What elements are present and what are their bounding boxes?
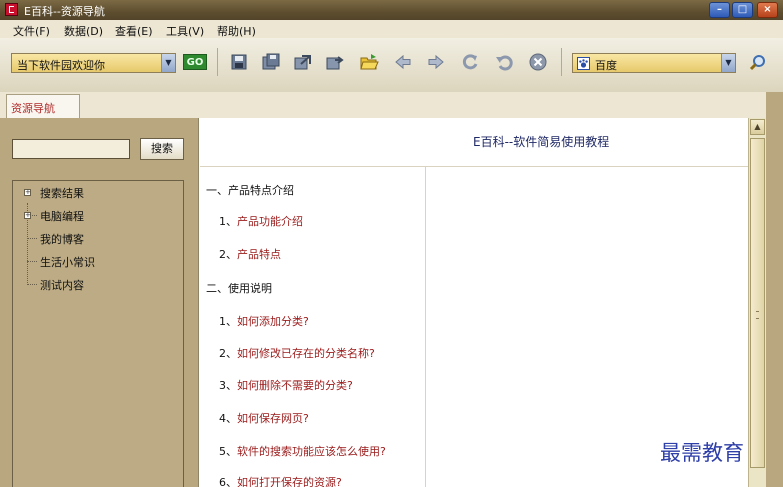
search-engine-value: 百度 — [595, 59, 617, 72]
section-heading: 二、使用说明 — [206, 282, 272, 295]
window-title: E百科--资源导航 — [24, 5, 105, 18]
tree-item-search-results[interactable]: 搜索结果 — [40, 185, 84, 201]
expand-icon[interactable]: + — [24, 189, 31, 196]
vertical-scrollbar[interactable]: ▲ — [748, 118, 766, 487]
watermark: 最需教育 — [660, 441, 744, 465]
expand-icon[interactable]: + — [24, 212, 31, 219]
content-pane — [198, 118, 749, 487]
table-divider — [200, 166, 748, 167]
list-item[interactable]: 2、如何修改已存在的分类名称? — [219, 345, 375, 361]
open-folder-icon[interactable] — [359, 52, 379, 72]
back-arrow-icon[interactable] — [393, 52, 413, 72]
address-combo[interactable]: 当下软件园欢迎你 ▼ — [11, 53, 176, 73]
tab-strip — [0, 92, 783, 119]
grip-icon — [756, 311, 759, 319]
section-heading: 一、产品特点介绍 — [206, 184, 294, 197]
magnifier-icon[interactable] — [748, 53, 768, 73]
tree-connector — [27, 261, 37, 262]
toolbar-separator — [561, 48, 562, 76]
page-title: E百科--软件简易使用教程 — [473, 135, 610, 149]
close-button[interactable]: × — [757, 2, 778, 18]
search-input[interactable] — [12, 139, 130, 159]
refresh-icon[interactable] — [460, 52, 480, 72]
undo-icon[interactable] — [494, 52, 514, 72]
search-engine-combo[interactable]: 百度 ▼ — [572, 53, 736, 73]
save-all-icon[interactable] — [261, 52, 281, 72]
stop-icon[interactable] — [528, 52, 548, 72]
export-icon[interactable] — [293, 52, 313, 72]
app-logo-icon — [5, 3, 18, 16]
menu-help[interactable]: 帮助(H) — [217, 23, 256, 39]
tab-label: 资源导航 — [11, 102, 55, 115]
app-window: E百科--资源导航 – □ × 文件(F) 数据(D) 查看(E) 工具(V) … — [0, 0, 783, 487]
go-button[interactable]: GO — [183, 54, 207, 70]
category-tree: + 搜索结果 + 电脑编程 我的博客 生活小常识 测试内容 — [12, 180, 184, 487]
import-icon[interactable] — [325, 52, 345, 72]
list-item[interactable]: 3、如何删除不需要的分类? — [219, 377, 353, 393]
table-divider — [425, 167, 426, 487]
address-value: 当下软件园欢迎你 — [17, 59, 105, 72]
list-item[interactable]: 6、如何打开保存的资源? — [219, 474, 342, 487]
tree-connector — [27, 284, 37, 285]
tab-resource-navigation[interactable]: 资源导航 — [6, 94, 80, 118]
tree-item-life-tips[interactable]: 生活小常识 — [40, 254, 95, 270]
title-bar[interactable]: E百科--资源导航 – □ × — [0, 0, 783, 20]
list-item[interactable]: 5、软件的搜索功能应该怎么使用? — [219, 443, 386, 459]
list-item[interactable]: 1、如何添加分类? — [219, 313, 309, 329]
search-button[interactable]: 搜索 — [140, 138, 184, 160]
tree-item-test-content[interactable]: 测试内容 — [40, 277, 84, 293]
list-item[interactable]: 1、产品功能介绍 — [219, 213, 303, 229]
menu-bar: 文件(F) 数据(D) 查看(E) 工具(V) 帮助(H) — [0, 20, 783, 38]
scroll-up-icon[interactable]: ▲ — [750, 119, 765, 135]
menu-view[interactable]: 查看(E) — [115, 23, 153, 39]
list-item[interactable]: 2、产品特点 — [219, 246, 281, 262]
baidu-paw-icon — [577, 57, 590, 70]
maximize-button[interactable]: □ — [732, 2, 753, 18]
tree-item-programming[interactable]: 电脑编程 — [40, 208, 84, 224]
toolbar-separator — [217, 48, 218, 76]
chevron-down-icon[interactable]: ▼ — [161, 54, 175, 72]
menu-file[interactable]: 文件(F) — [13, 23, 50, 39]
save-icon[interactable] — [229, 52, 249, 72]
minimize-button[interactable]: – — [709, 2, 730, 18]
forward-arrow-icon[interactable] — [426, 52, 446, 72]
window-frame-edge — [766, 92, 783, 487]
menu-data[interactable]: 数据(D) — [64, 23, 103, 39]
list-item[interactable]: 4、如何保存网页? — [219, 410, 309, 426]
scrollbar-thumb[interactable] — [750, 138, 765, 468]
tree-item-my-blog[interactable]: 我的博客 — [40, 231, 84, 247]
menu-tools[interactable]: 工具(V) — [166, 23, 204, 39]
tree-connector — [27, 238, 37, 239]
chevron-down-icon[interactable]: ▼ — [721, 54, 735, 72]
